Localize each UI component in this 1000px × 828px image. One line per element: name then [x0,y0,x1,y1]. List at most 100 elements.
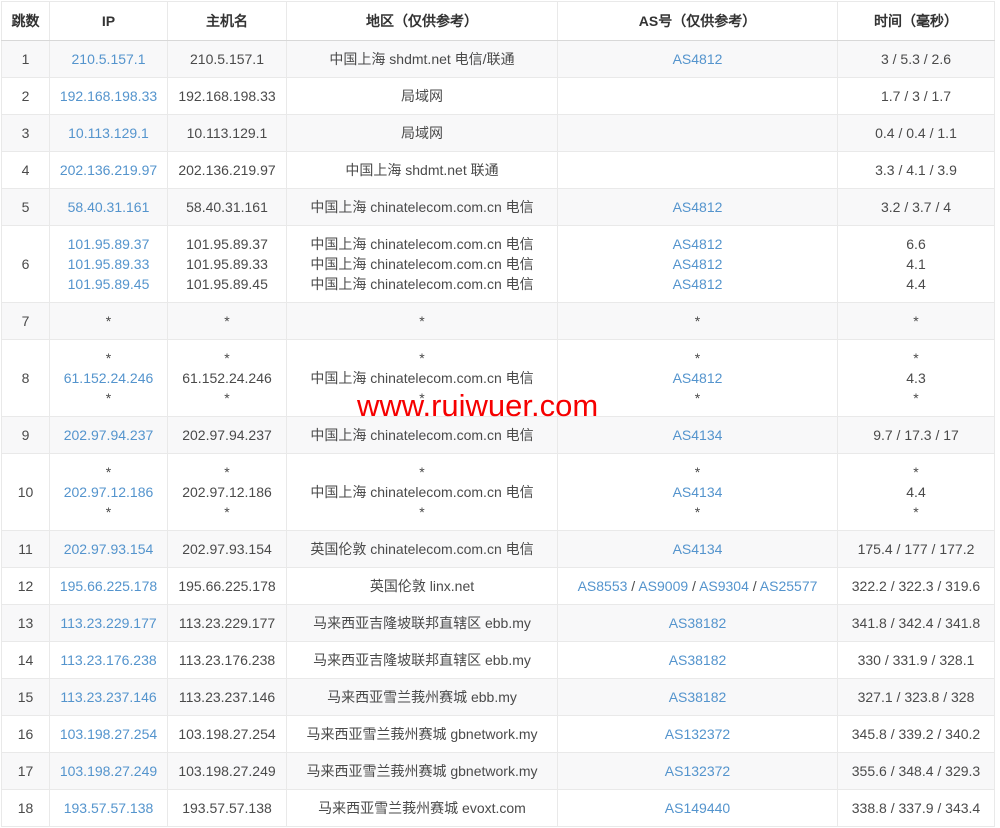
ip-cell: 103.198.27.254 [50,716,168,753]
hop-cell: 4 [2,152,50,189]
ip-cell: 113.23.237.146 [50,679,168,716]
asn-link[interactable]: AS4812 [673,276,723,292]
ip-link[interactable]: 101.95.89.33 [68,256,150,272]
asn-link[interactable]: AS38182 [669,615,727,631]
col-header-time: 时间（毫秒） [838,2,995,41]
ip-link[interactable]: 202.97.94.237 [64,427,154,443]
asn-link[interactable]: AS4812 [673,199,723,215]
ip-link[interactable]: 202.97.12.186 [64,484,154,500]
asn-link[interactable]: AS149440 [665,800,730,816]
asn-separator: / [688,578,699,594]
asn-link[interactable]: AS4812 [673,51,723,67]
asn-link[interactable]: AS4812 [673,256,723,272]
asterisk-text: * [695,350,700,366]
hop-cell-line: 7 [6,311,45,331]
region-cell: 局域网 [287,115,558,152]
host-cell-line: 202.97.94.237 [172,425,282,445]
asn-link[interactable]: AS4134 [673,427,723,443]
region-cell: 英国伦敦 linx.net [287,568,558,605]
hop-cell: 7 [2,303,50,340]
region-cell-line: 中国上海 chinatelecom.com.cn 电信 [291,425,553,445]
ip-link[interactable]: 113.23.229.177 [60,615,156,631]
table-row: 9202.97.94.237202.97.94.237中国上海 chinatel… [2,417,995,454]
asn-link[interactable]: AS4812 [673,370,723,386]
asn-link[interactable]: AS4134 [673,484,723,500]
ip-link[interactable]: 103.198.27.249 [60,763,157,779]
region-cell-line: 中国上海 shdmt.net 电信/联通 [291,49,553,69]
table-row: 558.40.31.16158.40.31.161中国上海 chinatelec… [2,189,995,226]
host-cell-line: * [172,311,282,331]
asn-link[interactable]: AS8553 [578,578,628,594]
region-cell-line: * [291,348,553,368]
asn-link[interactable]: AS132372 [665,763,730,779]
asn-link[interactable]: AS25577 [760,578,818,594]
ip-link[interactable]: 101.95.89.45 [68,276,150,292]
region-cell-line: 马来西亚雪兰莪州赛城 evoxt.com [291,798,553,818]
asn-cell: AS8553 / AS9009 / AS9304 / AS25577 [558,568,838,605]
table-row: 7***** [2,303,995,340]
host-cell: 195.66.225.178 [168,568,287,605]
asn-link[interactable]: AS132372 [665,726,730,742]
asterisk-text: * [106,390,111,406]
region-cell-line: 中国上海 chinatelecom.com.cn 电信 [291,197,553,217]
asn-separator: / [749,578,760,594]
ip-cell: 195.66.225.178 [50,568,168,605]
asn-link[interactable]: AS38182 [669,689,727,705]
asn-link[interactable]: AS38182 [669,652,727,668]
ip-link[interactable]: 113.23.176.238 [60,652,156,668]
ip-link[interactable]: 202.97.93.154 [64,541,154,557]
region-cell-line: 马来西亚吉隆坡联邦直辖区 ebb.my [291,650,553,670]
time-cell: 0.4 / 0.4 / 1.1 [838,115,995,152]
ip-link[interactable]: 202.136.219.97 [60,162,157,178]
ip-cell: 101.95.89.37 101.95.89.33 101.95.89.45 [50,226,168,303]
table-row: 17103.198.27.249103.198.27.249马来西亚雪兰莪州赛城… [2,753,995,790]
asn-link[interactable]: AS4812 [673,236,723,252]
region-cell-line: 中国上海 chinatelecom.com.cn 电信 [291,482,553,502]
asn-link[interactable]: AS9304 [699,578,749,594]
ip-cell: 192.168.198.33 [50,78,168,115]
time-cell: 3 / 5.3 / 2.6 [838,41,995,78]
region-cell: 中国上海 chinatelecom.com.cn 电信中国上海 chinatel… [287,226,558,303]
ip-cell: 202.97.94.237 [50,417,168,454]
host-cell-line: * [172,462,282,482]
table-body: 1210.5.157.1210.5.157.1中国上海 shdmt.net 电信… [2,41,995,827]
host-cell: 103.198.27.249 [168,753,287,790]
host-cell-line: 193.57.57.138 [172,798,282,818]
table-row: 8*61.152.24.246**61.152.24.246**中国上海 chi… [2,340,995,417]
col-header-region: 地区（仅供参考） [287,2,558,41]
ip-link[interactable]: 10.113.129.1 [68,125,149,141]
region-cell-line: 中国上海 chinatelecom.com.cn 电信 [291,368,553,388]
asterisk-text: * [106,313,111,329]
region-cell-line: 英国伦敦 chinatelecom.com.cn 电信 [291,539,553,559]
host-cell-line: 101.95.89.33 [172,254,282,274]
time-cell: 327.1 / 323.8 / 328 [838,679,995,716]
ip-link[interactable]: 193.57.57.138 [64,800,154,816]
asn-cell: * [558,303,838,340]
host-cell-line: 113.23.176.238 [172,650,282,670]
ip-cell: 10.113.129.1 [50,115,168,152]
hop-cell-line: 14 [6,650,45,670]
ip-link[interactable]: 113.23.237.146 [60,689,156,705]
region-cell: 马来西亚吉隆坡联邦直辖区 ebb.my [287,642,558,679]
host-cell: 101.95.89.37101.95.89.33101.95.89.45 [168,226,287,303]
time-cell-line: 0.4 / 0.4 / 1.1 [842,123,990,143]
ip-link[interactable]: 103.198.27.254 [60,726,157,742]
time-cell: 1.7 / 3 / 1.7 [838,78,995,115]
ip-cell: 103.198.27.249 [50,753,168,790]
region-cell: 英国伦敦 chinatelecom.com.cn 电信 [287,531,558,568]
ip-link[interactable]: 210.5.157.1 [72,51,146,67]
ip-link[interactable]: 192.168.198.33 [60,88,157,104]
asn-link[interactable]: AS4134 [673,541,723,557]
ip-link[interactable]: 58.40.31.161 [68,199,150,215]
ip-cell: *61.152.24.246* [50,340,168,417]
region-cell-line: 中国上海 shdmt.net 联通 [291,160,553,180]
ip-link[interactable]: 61.152.24.246 [64,370,154,386]
ip-cell: 58.40.31.161 [50,189,168,226]
ip-link[interactable]: 195.66.225.178 [60,578,157,594]
region-cell-line: 马来西亚雪兰莪州赛城 ebb.my [291,687,553,707]
asn-link[interactable]: AS9009 [638,578,688,594]
hop-cell-line: 5 [6,197,45,217]
table-row: 15113.23.237.146113.23.237.146马来西亚雪兰莪州赛城… [2,679,995,716]
ip-link[interactable]: 101.95.89.37 [68,236,150,252]
region-cell-line: 中国上海 chinatelecom.com.cn 电信 [291,274,553,294]
